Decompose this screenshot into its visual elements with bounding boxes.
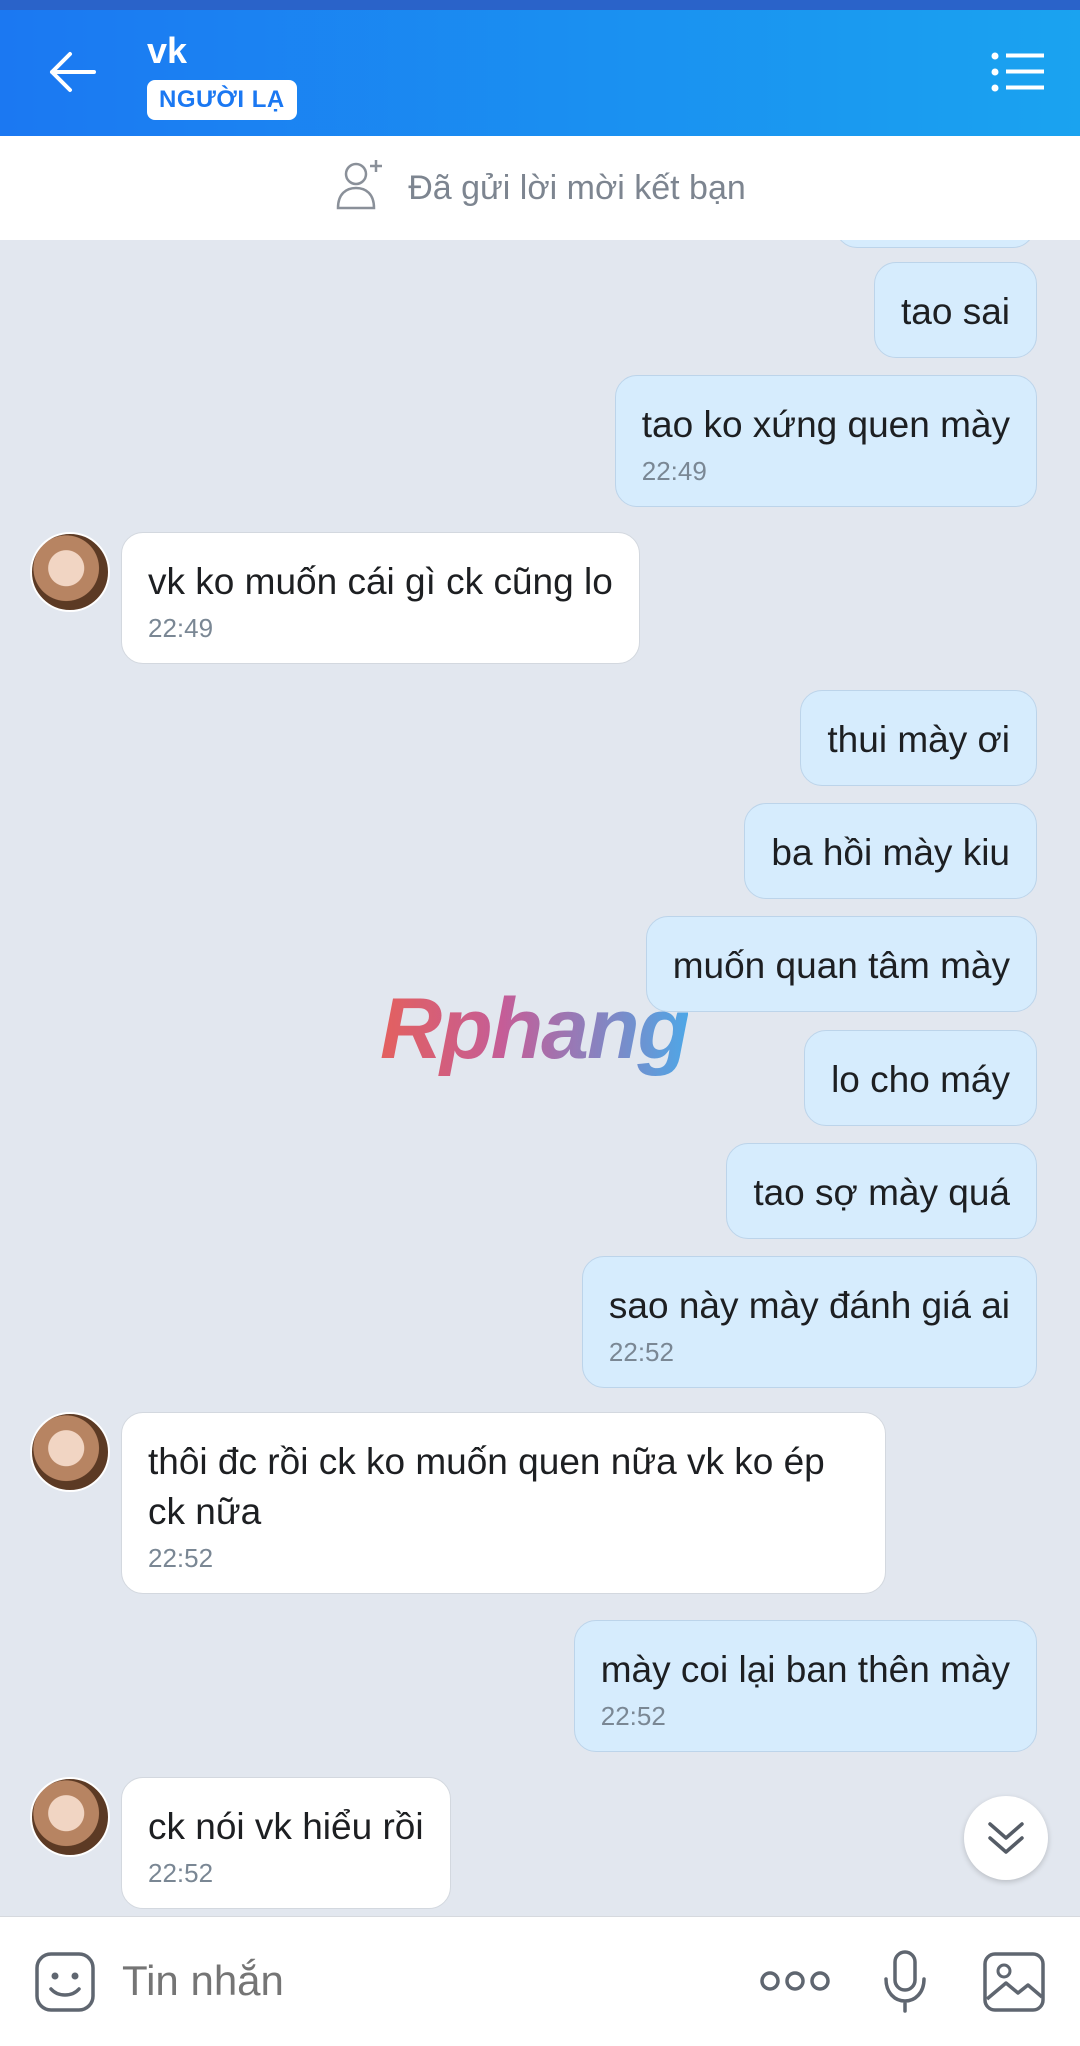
message-bubble[interactable]: tao sai — [873, 262, 1037, 358]
message-bubble[interactable]: thôi đc rồi ck ko muốn quen nữa vk ko ép… — [121, 1412, 886, 1594]
message-time: 22:52 — [608, 1337, 674, 1367]
contact-avatar[interactable] — [30, 1777, 110, 1857]
message-time: 22:52 — [148, 1858, 214, 1888]
message-text: tao sợ mày quá — [753, 1172, 1010, 1213]
watermark-logo: Rphang — [380, 981, 690, 1077]
friend-request-text: Đã gửi lời mời kết bạn — [408, 168, 746, 207]
add-person-icon — [334, 156, 390, 221]
contact-name[interactable]: vk — [147, 30, 187, 72]
message-bubble[interactable]: ba hồi mày kiu — [744, 803, 1037, 899]
message-text: lo cho máy — [831, 1059, 1010, 1100]
message-text: muốn quan tâm mày — [672, 945, 1010, 986]
message-bubble[interactable]: muốn quan tâm mày — [645, 916, 1037, 1012]
message-bubble[interactable]: mày coi lại ban thên mày 22:52 — [573, 1620, 1037, 1752]
message-text: mày coi lại ban thên mày — [600, 1649, 1010, 1690]
image-icon[interactable] — [982, 1951, 1046, 2018]
arrow-left-icon[interactable] — [44, 48, 100, 96]
chevron-double-down-icon[interactable] — [964, 1796, 1048, 1880]
message-bubble-partial — [835, 240, 1035, 248]
message-time: 22:49 — [148, 613, 214, 643]
message-composer — [0, 1916, 1080, 2046]
friend-request-bar[interactable]: Đã gửi lời mời kết bạn — [0, 136, 1080, 240]
message-text: tao ko xứng quen mày — [641, 404, 1010, 445]
message-bubble[interactable]: sao này mày đánh giá ai 22:52 — [581, 1256, 1037, 1388]
message-bubble[interactable]: vk ko muốn cái gì ck cũng lo 22:49 — [121, 532, 640, 664]
message-bubble[interactable]: thui mày ơi — [800, 690, 1037, 786]
chat-header: vk NGƯỜI LẠ — [0, 0, 1080, 136]
message-text: tao sai — [900, 291, 1010, 332]
microphone-icon[interactable] — [881, 1949, 929, 2020]
message-text: thôi đc rồi ck ko muốn quen nữa vk ko ép… — [148, 1441, 825, 1532]
message-bubble[interactable]: ck nói vk hiểu rồi 22:52 — [121, 1777, 451, 1909]
message-input[interactable] — [122, 1957, 722, 2005]
message-text: ck nói vk hiểu rồi — [148, 1806, 424, 1847]
contact-avatar[interactable] — [30, 532, 110, 612]
contact-avatar[interactable] — [30, 1412, 110, 1492]
sticker-icon[interactable] — [34, 1951, 96, 2018]
message-time: 22:52 — [600, 1701, 666, 1731]
message-bubble[interactable]: tao ko xứng quen mày 22:49 — [614, 375, 1037, 507]
status-strip — [0, 0, 1080, 10]
message-bubble[interactable]: tao sợ mày quá — [726, 1143, 1037, 1239]
message-text: sao này mày đánh giá ai — [608, 1285, 1010, 1326]
list-menu-icon[interactable] — [990, 50, 1046, 94]
message-text: vk ko muốn cái gì ck cũng lo — [148, 561, 613, 602]
message-time: 22:49 — [641, 456, 707, 486]
message-bubble[interactable]: lo cho máy — [804, 1030, 1037, 1126]
stranger-badge: NGƯỜI LẠ — [147, 80, 297, 120]
message-text: ba hồi mày kiu — [771, 832, 1010, 873]
message-text: thui mày ơi — [827, 719, 1010, 760]
message-time: 22:52 — [148, 1543, 214, 1573]
more-dots-icon[interactable] — [760, 1967, 830, 2000]
